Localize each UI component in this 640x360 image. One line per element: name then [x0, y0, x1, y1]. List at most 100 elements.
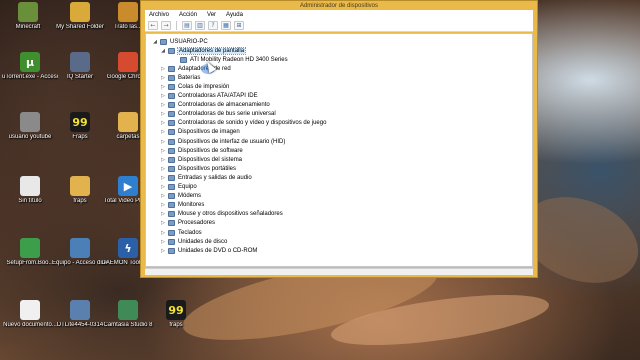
device-category-icon	[168, 120, 175, 127]
desktop-icon[interactable]: Sin título	[2, 176, 58, 205]
desktop-icon[interactable]: Nuevo documento...	[2, 300, 58, 329]
expand-icon[interactable]: ▷	[160, 111, 166, 117]
expand-icon[interactable]: ▷	[160, 157, 166, 163]
desktop-icon-label: Sin título	[18, 198, 42, 204]
expand-icon[interactable]: ▷	[160, 102, 166, 108]
tree-item[interactable]: ▷ Dispositivos portátiles	[146, 164, 532, 173]
desktop-icon[interactable]: Minecraft	[0, 2, 56, 31]
tree-item-label: Controladoras de sonido y vídeo y dispos…	[178, 120, 327, 127]
collapse-icon[interactable]: ◢	[160, 48, 166, 54]
tree-item[interactable]: ▷ Controladoras ATA/ATAPI IDE	[146, 92, 532, 101]
tree-item[interactable]: ◢ Adaptadores de pantalla	[146, 46, 532, 55]
folder-icon	[118, 112, 138, 132]
view-icon[interactable]: ▦	[221, 20, 231, 30]
expand-icon[interactable]: ▷	[160, 175, 166, 181]
tree-item-label: Dispositivos de software	[178, 147, 243, 154]
toolbar-separator	[176, 20, 177, 30]
expand-icon[interactable]: ▷	[160, 193, 166, 199]
device-category-icon	[168, 47, 175, 54]
menu-accion[interactable]: Acción	[179, 12, 197, 18]
device-category-icon	[180, 56, 187, 63]
expand-icon[interactable]: ▷	[160, 66, 166, 72]
video-player-icon: ▶	[118, 176, 138, 196]
device-category-icon	[168, 238, 175, 245]
tree-item[interactable]: ▷ Teclados	[146, 228, 532, 237]
tree-item-label: Controladoras ATA/ATAPI IDE	[178, 93, 258, 100]
computer-icon	[70, 238, 90, 258]
tree-item-label: Procesadores	[178, 220, 216, 227]
tree-item[interactable]: ▷ Dispositivos de imagen	[146, 128, 532, 137]
expand-icon[interactable]: ▷	[160, 211, 166, 217]
device-category-icon	[168, 220, 175, 227]
collapse-icon[interactable]: ◢	[152, 39, 158, 45]
expand-icon[interactable]: ▷	[160, 239, 166, 245]
tree-root[interactable]: ◢ USUARIO-PC	[146, 37, 532, 46]
device-category-icon	[168, 202, 175, 209]
expand-icon[interactable]: ▷	[160, 202, 166, 208]
menu-bar: Archivo Acción Ver Ayuda	[145, 10, 533, 19]
expand-icon[interactable]: ▷	[160, 248, 166, 254]
device-category-icon	[168, 93, 175, 100]
expand-icon[interactable]: ▷	[160, 148, 166, 154]
tree-item[interactable]: ▷ Controladoras de bus serie universal	[146, 110, 532, 119]
tree-item[interactable]: ▷ Dispositivos del sistema	[146, 155, 532, 164]
tree-item[interactable]: ▷ Equipo	[146, 183, 532, 192]
tree-item[interactable]: ▷ Unidades de disco	[146, 237, 532, 246]
device-category-icon	[168, 184, 175, 191]
desktop-icon[interactable]: SetupFrom.Boo...	[2, 238, 58, 267]
device-category-icon	[168, 138, 175, 145]
menu-archivo[interactable]: Archivo	[149, 12, 169, 18]
tree-item[interactable]: ▷ Unidades de DVD o CD-ROM	[146, 246, 532, 255]
tree-item-label: Controladoras de almacenamiento	[178, 102, 270, 109]
expand-icon[interactable]: ▷	[160, 120, 166, 126]
expand-icon[interactable]: ▷	[160, 184, 166, 190]
expand-icon[interactable]: ▷	[160, 93, 166, 99]
tree-item[interactable]: ▷ Módems	[146, 192, 532, 201]
tree-item[interactable]: ▷ Baterías	[146, 73, 532, 82]
desktop-icon[interactable]: µ uTorrent.exe - Acceso	[2, 52, 58, 81]
tree-item[interactable]: ▷ Dispositivos de software	[146, 146, 532, 155]
tree-item[interactable]: ▷ Procesadores	[146, 219, 532, 228]
device-category-icon	[168, 193, 175, 200]
tree-item[interactable]: ▷ Colas de impresión	[146, 82, 532, 91]
tree-item-label: Baterías	[178, 74, 201, 81]
tree-item-label: Mouse y otros dispositivos señaladores	[178, 211, 283, 218]
expand-icon[interactable]: ▷	[160, 75, 166, 81]
expand-icon[interactable]: ▷	[160, 129, 166, 135]
menu-ayuda[interactable]: Ayuda	[226, 12, 243, 18]
device-category-icon	[168, 111, 175, 118]
tree-item[interactable]: ▷ Entradas y salidas de audio	[146, 173, 532, 182]
toolbar: ← → ▤ ▥ ? ▦ ⊞	[145, 19, 533, 32]
tree-item-label: Dispositivos portátiles	[178, 165, 237, 172]
tree-item[interactable]: ▷ Controladoras de almacenamiento	[146, 101, 532, 110]
back-arrow-icon[interactable]: ←	[148, 20, 158, 30]
expand-icon[interactable]: ▷	[160, 230, 166, 236]
desktop-icon[interactable]: usuario youtube	[2, 112, 58, 141]
user-folder-icon	[20, 112, 40, 132]
menu-ver[interactable]: Ver	[207, 12, 216, 18]
tree-item[interactable]: ▷ Monitores	[146, 201, 532, 210]
tree-item[interactable]: ▷ Controladoras de sonido y vídeo y dispo…	[146, 119, 532, 128]
daemon-tools-icon: ϟ	[118, 238, 138, 258]
tree-item[interactable]: ▷ Mouse y otros dispositivos señaladores	[146, 210, 532, 219]
expand-icon[interactable]: ▷	[160, 166, 166, 172]
expand-icon[interactable]: ▷	[160, 84, 166, 90]
help-icon[interactable]: ?	[208, 20, 218, 30]
folder-icon	[118, 2, 138, 22]
expand-icon[interactable]: ▷	[160, 139, 166, 145]
expand-icon[interactable]: ▷	[160, 220, 166, 226]
tree-item-label: Entradas y salidas de audio	[178, 174, 252, 181]
status-bar	[145, 268, 533, 275]
scan-hardware-icon[interactable]: ⊞	[234, 20, 244, 30]
device-category-icon	[168, 147, 175, 154]
device-category-icon	[168, 247, 175, 254]
properties-icon[interactable]: ▥	[195, 20, 205, 30]
show-hide-tree-icon[interactable]: ▤	[182, 20, 192, 30]
tree-items: ◢ Adaptadores de pantalla ATI Mobility Rad…	[146, 46, 532, 255]
tree-item[interactable]: ▷ Dispositivos de interfaz de usuario (HI…	[146, 137, 532, 146]
iq-starter-icon	[70, 52, 90, 72]
no-expander	[172, 57, 178, 63]
desktop-icon[interactable]: 99 fraps	[148, 300, 204, 329]
forward-arrow-icon[interactable]: →	[161, 20, 171, 30]
minecraft-icon	[18, 2, 38, 22]
